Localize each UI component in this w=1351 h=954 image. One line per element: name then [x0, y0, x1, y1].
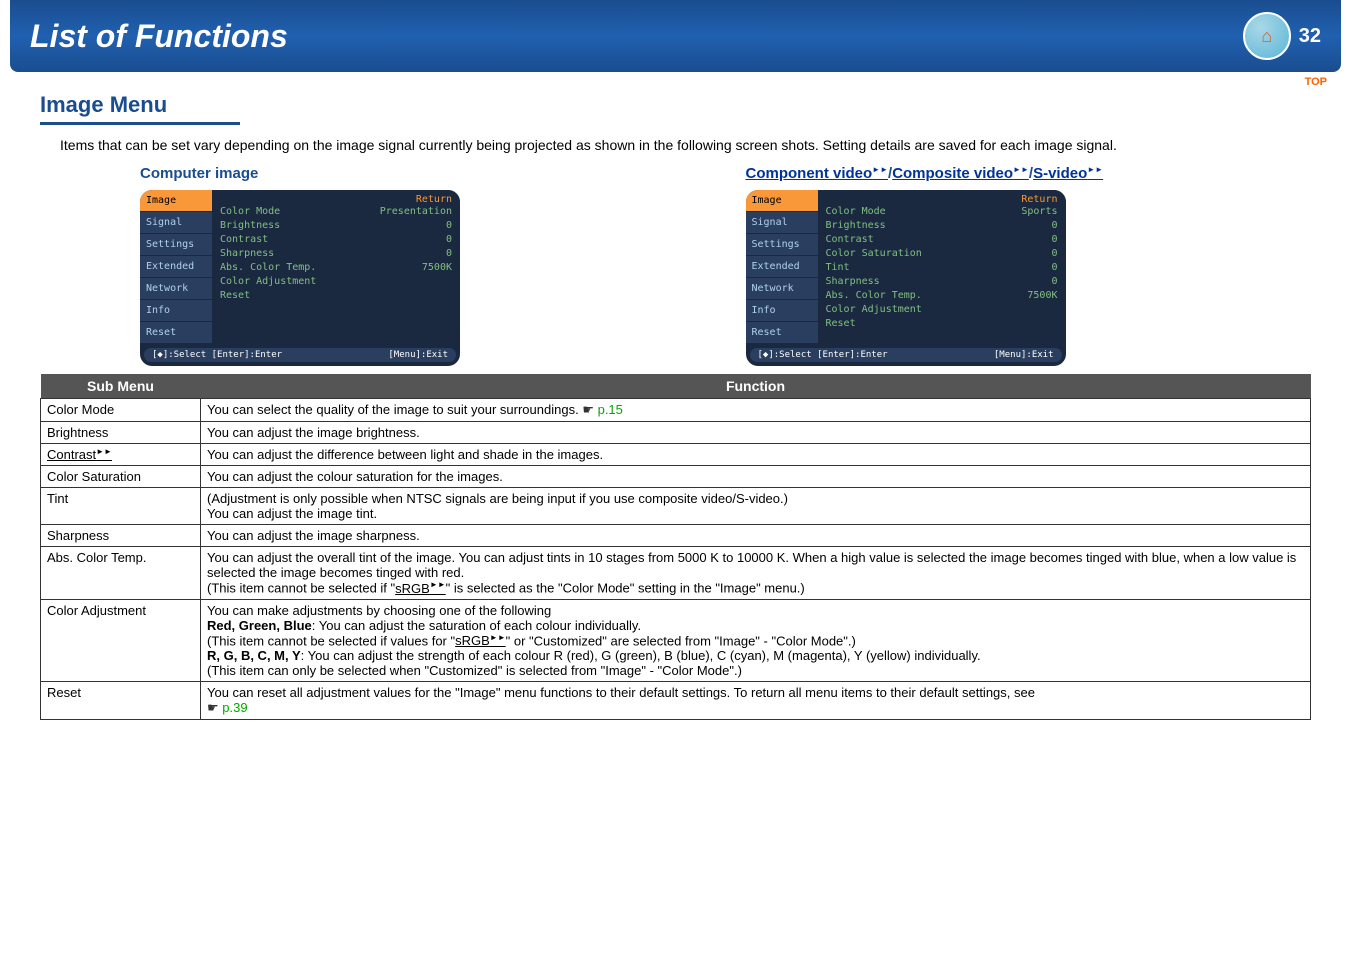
row-name: Color Adjustment [41, 599, 201, 681]
screenshot-label-right: Component video/Composite video/S-video [746, 165, 1312, 182]
table-row: Reset You can reset all adjustment value… [41, 681, 1311, 719]
link-p15[interactable]: p.15 [582, 402, 623, 417]
table-row: Sharpness You can adjust the image sharp… [41, 525, 1311, 547]
table-row: Tint (Adjustment is only possible when N… [41, 488, 1311, 525]
table-row: Color Mode You can select the quality of… [41, 399, 1311, 422]
menu-tab: Info [140, 300, 212, 322]
menu-tab: Reset [140, 322, 212, 344]
row-name: Reset [41, 681, 201, 719]
column-header-submenu: Sub Menu [41, 374, 201, 399]
link-composite-video[interactable]: Composite video [892, 165, 1029, 182]
menu-tab: Extended [140, 256, 212, 278]
menu-item: Brightness [826, 219, 886, 233]
menu-item: Reset [826, 317, 856, 331]
menu-value: 0 [1051, 219, 1057, 233]
menu-tab: Network [140, 278, 212, 300]
menu-item: Color Saturation [826, 247, 922, 261]
table-row: Contrast You can adjust the difference b… [41, 444, 1311, 466]
menu-tab: Network [746, 278, 818, 300]
menu-tab: Signal [746, 212, 818, 234]
menu-value: 0 [1051, 233, 1057, 247]
menu-tab: Signal [140, 212, 212, 234]
menu-value: 0 [446, 247, 452, 261]
home-icon[interactable]: ⌂ [1243, 12, 1291, 60]
menu-value: Presentation [380, 205, 452, 219]
menu-item: Sharpness [220, 247, 274, 261]
link-p39[interactable]: p.39 [207, 700, 248, 715]
screenshot-left: Image Signal Settings Extended Network I… [140, 190, 460, 366]
menu-footer-left: [◆]:Select [Enter]:Enter [152, 350, 282, 360]
row-name: Color Saturation [41, 466, 201, 488]
menu-return: Return [826, 194, 1058, 205]
menu-tab: Settings [140, 234, 212, 256]
menu-tab: Image [746, 190, 818, 212]
row-name: Abs. Color Temp. [41, 547, 201, 599]
section-heading: Image Menu [40, 92, 1311, 118]
row-desc: (Adjustment is only possible when NTSC s… [201, 488, 1311, 525]
table-row: Color Saturation You can adjust the colo… [41, 466, 1311, 488]
functions-table: Sub Menu Function Color Mode You can sel… [40, 374, 1311, 720]
menu-item: Contrast [826, 233, 874, 247]
menu-item: Sharpness [826, 275, 880, 289]
table-row: Brightness You can adjust the image brig… [41, 422, 1311, 444]
menu-tab: Extended [746, 256, 818, 278]
row-desc: You can adjust the difference between li… [201, 444, 1311, 466]
link-srgb[interactable]: sRGB [395, 581, 446, 596]
row-desc: You can select the quality of the image … [201, 399, 1311, 422]
menu-item: Contrast [220, 233, 268, 247]
menu-value: 7500K [422, 261, 452, 275]
menu-tab: Image [140, 190, 212, 212]
menu-item: Color Mode [220, 205, 280, 219]
menu-item: Abs. Color Temp. [220, 261, 316, 275]
screenshot-label-left: Computer image [140, 165, 706, 182]
row-desc: You can adjust the overall tint of the i… [201, 547, 1311, 599]
menu-tab: Info [746, 300, 818, 322]
menu-value: 0 [446, 233, 452, 247]
menu-item: Color Adjustment [826, 303, 922, 317]
menu-item: Abs. Color Temp. [826, 289, 922, 303]
row-name: Sharpness [41, 525, 201, 547]
row-name: Brightness [41, 422, 201, 444]
link-s-video[interactable]: S-video [1033, 165, 1103, 182]
menu-value: 0 [1051, 247, 1057, 261]
link-component-video[interactable]: Component video [746, 165, 889, 182]
screenshot-right: Image Signal Settings Extended Network I… [746, 190, 1066, 366]
top-label: TOP [1305, 76, 1327, 88]
row-name: Color Mode [41, 399, 201, 422]
menu-tab: Settings [746, 234, 818, 256]
menu-item: Color Adjustment [220, 275, 316, 289]
row-desc: You can adjust the colour saturation for… [201, 466, 1311, 488]
heading-underline [40, 122, 1311, 125]
row-desc: You can adjust the image sharpness. [201, 525, 1311, 547]
row-desc: You can adjust the image brightness. [201, 422, 1311, 444]
menu-footer-left: [◆]:Select [Enter]:Enter [758, 350, 888, 360]
menu-tab: Reset [746, 322, 818, 344]
page-number: 32 [1299, 25, 1321, 48]
menu-item: Brightness [220, 219, 280, 233]
menu-return: Return [220, 194, 452, 205]
menu-footer-right: [Menu]:Exit [388, 350, 448, 360]
menu-value: 7500K [1027, 289, 1057, 303]
link-srgb[interactable]: sRGB [455, 633, 506, 648]
menu-item: Tint [826, 261, 850, 275]
menu-item: Color Mode [826, 205, 886, 219]
menu-value: 0 [1051, 261, 1057, 275]
table-row: Color Adjustment You can make adjustment… [41, 599, 1311, 681]
menu-value: 0 [1051, 275, 1057, 289]
row-name: Tint [41, 488, 201, 525]
row-name: Contrast [41, 444, 201, 466]
page-title: List of Functions [30, 18, 288, 55]
table-row: Abs. Color Temp. You can adjust the over… [41, 547, 1311, 599]
section-intro: Items that can be set vary depending on … [60, 137, 1311, 153]
column-header-function: Function [201, 374, 1311, 399]
menu-item: Reset [220, 289, 250, 303]
menu-value: Sports [1021, 205, 1057, 219]
row-desc: You can make adjustments by choosing one… [201, 599, 1311, 681]
row-desc: You can reset all adjustment values for … [201, 681, 1311, 719]
menu-footer-right: [Menu]:Exit [994, 350, 1054, 360]
menu-value: 0 [446, 219, 452, 233]
